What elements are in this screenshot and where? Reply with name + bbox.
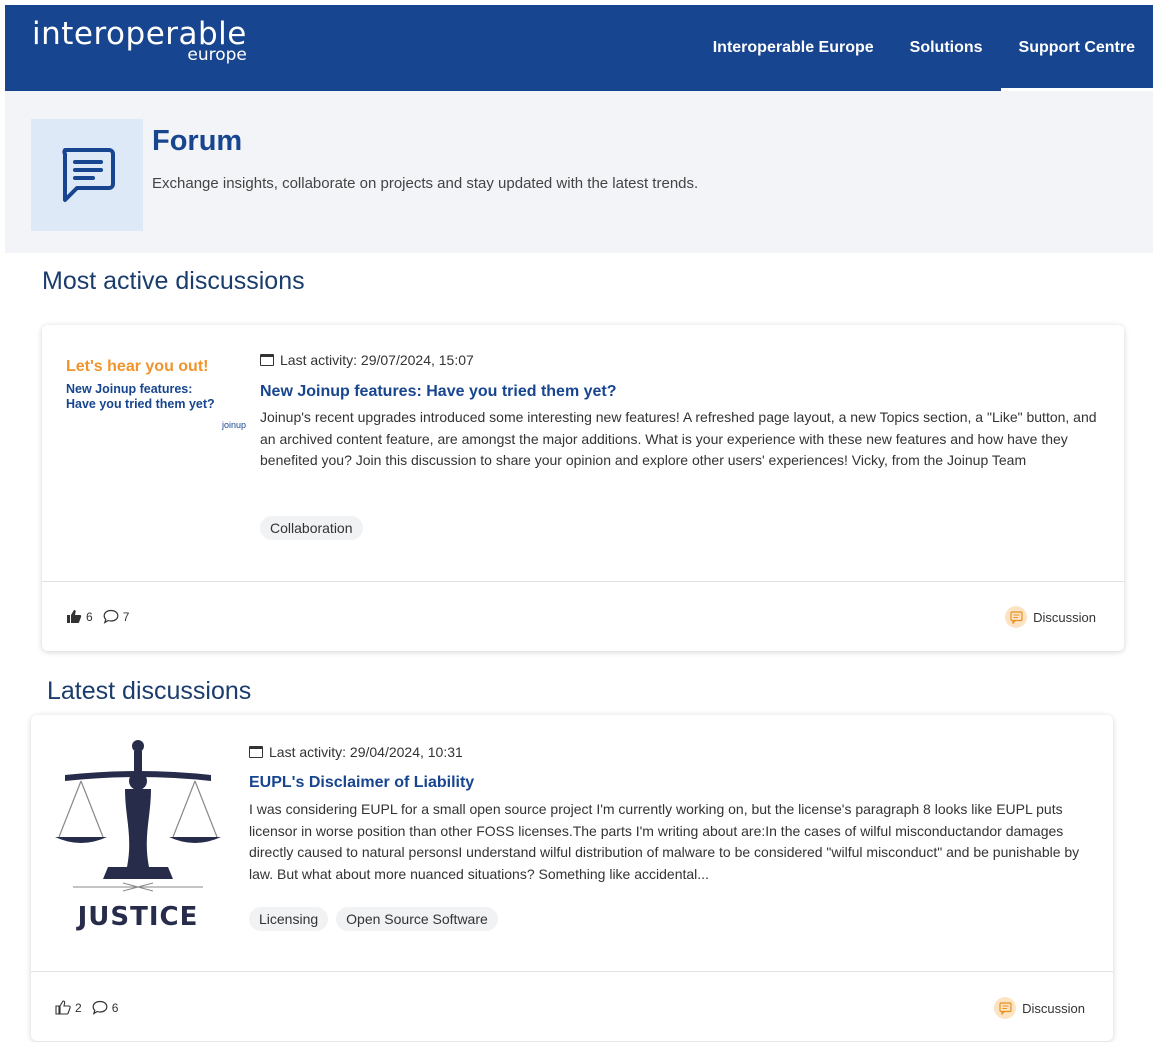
discussion-title-link[interactable]: New Joinup features: Have you tried them… [260, 383, 617, 401]
section-title-latest: Latest discussions [47, 677, 252, 705]
site-logo[interactable]: interoperable europe [32, 19, 247, 64]
top-navigation-bar: interoperable europe Interoperable Europ… [5, 5, 1153, 91]
last-activity: Last activity: 29/07/2024, 15:07 [260, 352, 474, 368]
like-count: 2 [75, 1000, 82, 1015]
card-thumbnail: Let's hear you out! New Joinup features:… [66, 358, 246, 430]
card-stats: 6 7 [66, 609, 129, 624]
forum-icon-box [31, 119, 143, 231]
card-divider [42, 581, 1124, 582]
section-title-most-active: Most active discussions [42, 267, 305, 295]
discussion-title-link[interactable]: EUPL's Disclaimer of Liability [249, 774, 474, 792]
main-nav: Interoperable Europe Solutions Support C… [695, 5, 1153, 91]
thumbs-up-outline-icon[interactable] [55, 1000, 71, 1015]
card-thumbnail: JUSTICE [53, 737, 223, 932]
thumb-headline: Let's hear you out! [66, 358, 209, 375]
discussion-card[interactable]: JUSTICE Last activity: 29/04/2024, 10:31… [31, 715, 1113, 1041]
calendar-icon [249, 746, 263, 758]
thumb-subline-2: Have you tried them yet? [66, 397, 215, 411]
content-type-label: Discussion [1022, 1000, 1085, 1016]
discussion-type-icon [1005, 606, 1028, 628]
justice-wordmark: JUSTICE [77, 902, 199, 932]
like-count: 6 [86, 609, 93, 624]
discussion-excerpt: I was considering EUPL for a small open … [249, 801, 1080, 882]
thumb-brand: joinup [221, 420, 246, 430]
scales-of-justice-image [55, 740, 221, 892]
page-title: Forum [152, 125, 243, 157]
calendar-icon [260, 354, 274, 366]
tag-list: Collaboration [260, 516, 363, 540]
tag-licensing[interactable]: Licensing [249, 907, 329, 931]
thumb-subline: New Joinup features: Have you tried them… [66, 382, 246, 412]
last-activity-text: Last activity: 29/04/2024, 10:31 [269, 744, 463, 760]
discussion-type-icon [994, 997, 1017, 1019]
comment-icon[interactable] [92, 1000, 108, 1015]
content-type-badge: Discussion [1005, 606, 1096, 628]
last-activity-text: Last activity: 29/07/2024, 15:07 [280, 352, 474, 368]
content-type-badge: Discussion [994, 997, 1085, 1019]
page-subtitle: Exchange insights, collaborate on projec… [152, 175, 699, 192]
discussion-card[interactable]: Let's hear you out! New Joinup features:… [42, 325, 1124, 651]
card-stats: 2 6 [55, 1000, 118, 1015]
comment-count: 7 [122, 609, 130, 624]
tag-list: Licensing Open Source Software [249, 907, 498, 931]
content-type-label: Discussion [1033, 609, 1096, 625]
comment-icon[interactable] [103, 609, 119, 624]
nav-solutions[interactable]: Solutions [892, 5, 1001, 91]
thumb-subline-1: New Joinup features: [66, 382, 193, 396]
card-divider [31, 971, 1113, 972]
tag-open-source-software[interactable]: Open Source Software [336, 907, 498, 931]
last-activity: Last activity: 29/04/2024, 10:31 [249, 744, 463, 760]
message-icon [62, 148, 115, 202]
forum-hero: Forum Exchange insights, collaborate on … [5, 91, 1153, 253]
thumbs-up-filled-icon[interactable] [66, 609, 82, 624]
tag-collaboration[interactable]: Collaboration [260, 516, 363, 540]
discussion-excerpt: Joinup's recent upgrades introduced some… [260, 409, 1097, 468]
nav-support-centre[interactable]: Support Centre [1000, 5, 1153, 91]
comment-count: 6 [111, 1000, 119, 1015]
nav-interoperable-europe[interactable]: Interoperable Europe [695, 5, 892, 91]
